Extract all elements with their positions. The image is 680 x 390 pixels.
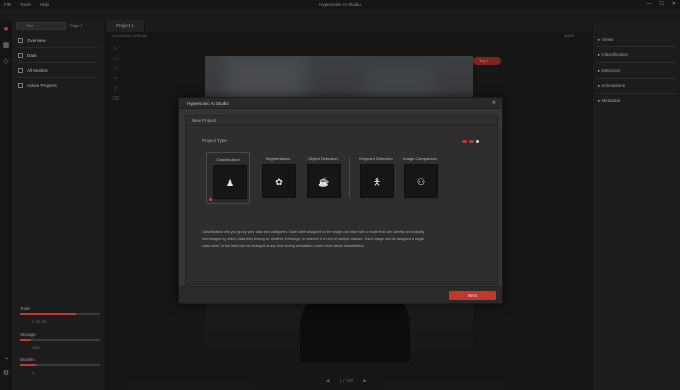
section-header: New Project — [186, 116, 497, 126]
metric-storage-label: Storage — [20, 332, 36, 337]
divider — [596, 78, 676, 79]
tab-project[interactable]: Project 1 — [106, 20, 145, 32]
dialog-footer: Next — [179, 286, 502, 303]
metric-fill — [20, 339, 32, 341]
maximize-button[interactable]: ☐ — [659, 1, 663, 7]
nav-item-data[interactable]: Data — [18, 51, 37, 60]
card-label: Image Comparison — [403, 156, 437, 161]
nav-item-overview[interactable]: Overview — [18, 36, 46, 45]
card-keypoint-detection[interactable]: Keypoint Detection 🯅 — [354, 152, 398, 204]
segmentation-icon: ✿ — [262, 164, 296, 198]
image-comparison-icon: ⚇ — [404, 164, 438, 198]
dialog-body: New Project Project Type Classification … — [185, 115, 498, 285]
section-views[interactable]: ▸ Views — [598, 37, 613, 43]
card-segmentation[interactable]: Segmentation ✿ — [256, 152, 300, 204]
folder-icon — [18, 83, 23, 88]
user-icon[interactable]: ◔ — [2, 356, 10, 364]
window-title: Hypersonic AI Studio — [319, 2, 361, 7]
card-label: Keypoint Detection — [359, 156, 393, 161]
title-bar: File Tools Help Hypersonic AI Studio — ☐… — [0, 0, 680, 9]
project-type-cards: Classification ♟ Segmentation ✿ Object D… — [206, 152, 476, 204]
metric-total-bar — [20, 313, 100, 315]
section-annotations[interactable]: ▸ Annotations — [598, 83, 625, 89]
metric-models-value: 4 — [32, 370, 35, 375]
divider — [596, 62, 676, 63]
section-classification[interactable]: ▸ Classification — [598, 52, 628, 58]
page-selector[interactable]: Page 1 — [70, 22, 100, 30]
section-detection[interactable]: ▸ Detection — [598, 68, 621, 74]
nav-item-all-models[interactable]: All Models — [18, 66, 48, 75]
object-detection-icon: ☕ — [307, 164, 341, 198]
divider — [596, 46, 676, 47]
keypoint-icon: 🯅 — [360, 164, 394, 198]
window-controls: — ☐ ✕ — [646, 1, 676, 7]
classification-icon: ♟ — [213, 165, 247, 199]
metric-models-label: Models — [20, 357, 35, 362]
card-object-detection[interactable]: Object Detection ☕ — [301, 152, 345, 204]
right-panel — [592, 20, 680, 390]
divider — [18, 77, 98, 78]
description-line: new images by which class they belong to… — [202, 236, 425, 241]
search-input[interactable]: Text — [16, 22, 66, 30]
home-icon[interactable]: ■ — [2, 26, 10, 34]
document-icon — [18, 38, 23, 43]
card-label: Object Detection — [308, 156, 338, 161]
metric-fill — [20, 364, 36, 366]
tab-bar: Project 1 — [106, 20, 592, 32]
section-metadata[interactable]: ▸ Metadata — [598, 98, 620, 104]
nav-item-label: All Models — [27, 68, 48, 73]
card-classification[interactable]: Classification ♟ — [206, 152, 250, 204]
card-label: Classification — [216, 157, 240, 162]
description-line: Classification lets you group your data … — [202, 230, 425, 234]
project-type-description: Classification lets you group your data … — [202, 229, 492, 249]
section-title: New Project — [192, 118, 217, 123]
dialog-title: Hypersonic AI Studio — [187, 101, 229, 106]
nav-item-label: Data — [27, 53, 37, 58]
database-icon — [18, 53, 23, 58]
close-window-button[interactable]: ✕ — [672, 1, 676, 7]
nav-item-active-projects[interactable]: Active Projects — [18, 81, 57, 90]
minimize-button[interactable]: — — [646, 1, 651, 7]
metric-storage-value: 14% — [32, 345, 41, 350]
metric-fill — [20, 313, 76, 315]
settings-icon[interactable]: ⚙ — [2, 370, 10, 378]
nav-item-label: Overview — [27, 38, 46, 43]
description-line: class label, or the label can be changed… — [202, 243, 365, 248]
metric-total-value: 2.18 GB — [32, 319, 47, 324]
toggle-dot — [462, 140, 467, 143]
divider — [18, 47, 98, 48]
tag-icon[interactable]: ◇ — [2, 58, 10, 66]
toggle-knob — [476, 140, 479, 143]
project-type-toggle[interactable] — [462, 139, 487, 144]
new-project-dialog: Hypersonic AI Studio ✕ New Project Proje… — [178, 97, 503, 304]
card-image-comparison[interactable]: Image Comparison ⚇ — [398, 152, 442, 204]
divider — [596, 93, 676, 94]
layers-icon — [18, 68, 23, 73]
nav-item-label: Active Projects — [27, 83, 57, 88]
card-separator — [349, 158, 350, 198]
activity-bar: ■ ▦ ◇ ◔ ⚙ — [0, 20, 12, 390]
metric-models-bar — [20, 364, 100, 366]
card-label: Segmentation — [265, 156, 291, 161]
selected-marker — [209, 198, 212, 201]
dialog-header: Hypersonic AI Studio ✕ — [179, 98, 502, 109]
grid-icon[interactable]: ▦ — [2, 42, 10, 50]
divider — [18, 62, 98, 63]
next-button[interactable]: Next — [449, 291, 496, 300]
toggle-dot — [469, 140, 474, 143]
close-icon[interactable]: ✕ — [492, 100, 496, 106]
project-type-label: Project Type — [202, 138, 227, 143]
metric-storage-bar — [20, 339, 100, 341]
metric-total-label: Total — [20, 306, 30, 311]
